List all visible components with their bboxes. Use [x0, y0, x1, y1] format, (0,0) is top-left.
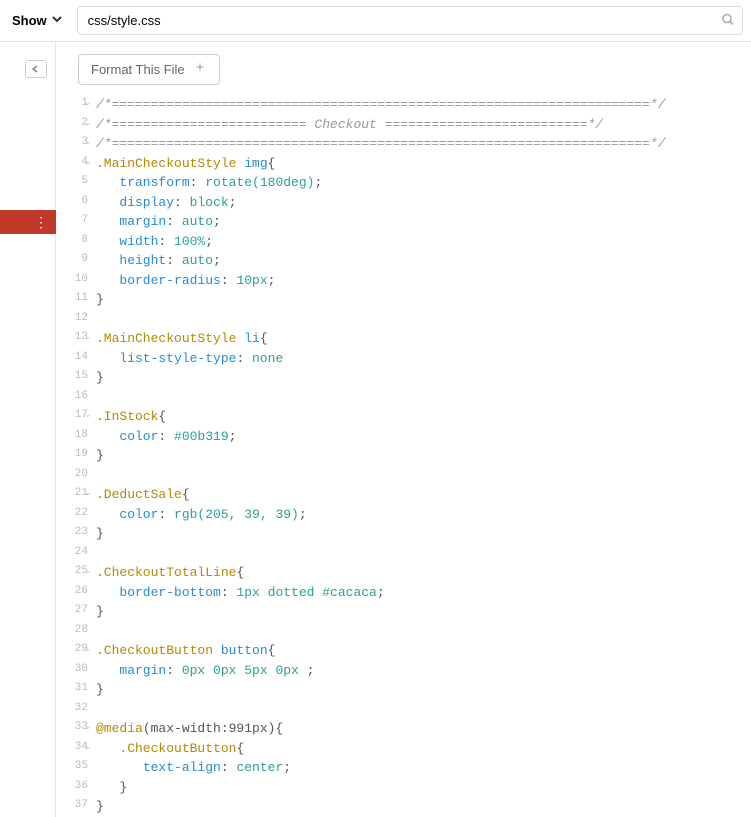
sparkle-icon [193, 61, 207, 78]
search-input[interactable] [77, 6, 743, 35]
active-file-indicator[interactable]: ⋮ [0, 210, 56, 234]
line-gutter: 1⌄2⌄3⌄4⌄5678910111213⌄14151617⌄18192021⌄… [56, 95, 96, 817]
show-label: Show [12, 13, 47, 28]
editor-pane: Format This File 1⌄2⌄3⌄4⌄5678910111213⌄1… [56, 42, 751, 817]
format-file-button[interactable]: Format This File [78, 54, 220, 85]
format-label: Format This File [91, 62, 185, 77]
collapse-button[interactable] [25, 60, 47, 78]
main: ⋮ Format This File 1⌄2⌄3⌄4⌄5678910111213… [0, 42, 751, 817]
left-sidebar: ⋮ [0, 42, 56, 817]
more-dots-icon: ⋮ [34, 214, 46, 231]
show-dropdown[interactable]: Show [8, 9, 67, 32]
search-icon[interactable] [721, 12, 735, 29]
code-editor[interactable]: 1⌄2⌄3⌄4⌄5678910111213⌄14151617⌄18192021⌄… [56, 95, 751, 817]
search-box [77, 6, 743, 35]
chevron-down-icon [51, 13, 63, 28]
top-bar: Show [0, 0, 751, 42]
code-content[interactable]: /*======================================… [96, 95, 751, 817]
